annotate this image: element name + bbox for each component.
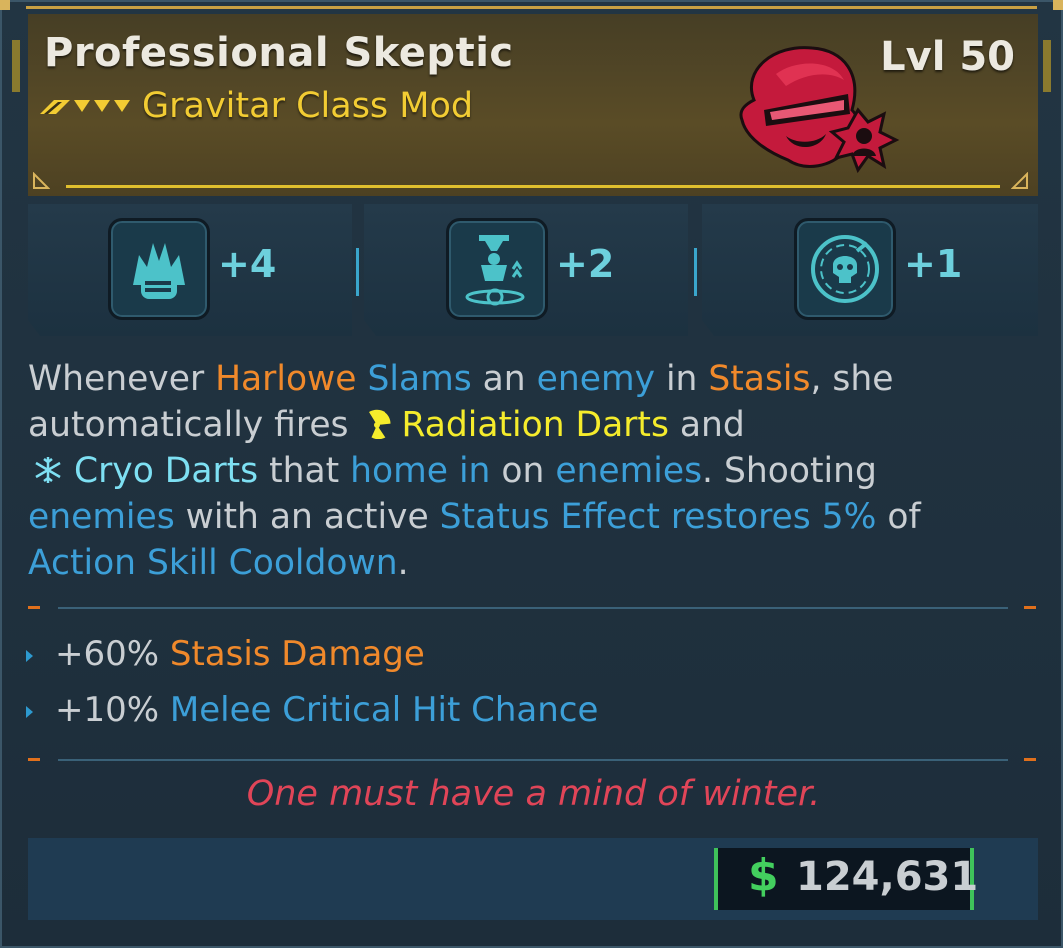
keyword-stasis: Stasis — [708, 359, 811, 399]
stat-line: +60% Stasis Damage — [26, 634, 425, 674]
skill-separator — [694, 248, 697, 296]
desc-text: in — [654, 359, 709, 399]
corner-triangle-icon — [1011, 172, 1028, 189]
skill-bonus-value: +4 — [218, 242, 277, 286]
keyword-harlowe: Harlowe — [215, 359, 357, 399]
desc-text: with an active — [174, 497, 440, 537]
keyword-enemy: enemy — [536, 359, 655, 399]
desc-text: . — [397, 543, 409, 583]
desc-text: . Shooting — [702, 451, 877, 491]
desc-text: on — [490, 451, 556, 491]
radiation-icon — [368, 409, 391, 440]
item-card: Professional Skeptic Gravitar Class Mod … — [0, 0, 1063, 948]
description-line: Action Skill Cooldown. — [28, 540, 1028, 586]
stat-value: +60% — [55, 634, 160, 674]
divider-dash — [28, 606, 40, 609]
section-divider — [58, 759, 1008, 761]
skill-bonus-row: +4 +2 +1 — [28, 204, 1038, 336]
flame-hand-skill-icon[interactable] — [108, 218, 210, 320]
item-name: Professional Skeptic — [44, 30, 514, 76]
item-description: Whenever Harlowe Slams an enemy in Stasi… — [28, 356, 1028, 586]
keyword-radiation-darts: Radiation Darts — [401, 405, 669, 445]
description-line: enemies with an active Status Effect res… — [28, 494, 1028, 540]
skill-bonus-value: +1 — [904, 242, 963, 286]
keyword-enemies: enemies — [555, 451, 703, 491]
skill-separator — [356, 248, 359, 296]
keyword-enemies: enemies — [28, 497, 175, 537]
stat-value: +10% — [55, 690, 160, 730]
description-line: automatically fires Radiation Darts and — [28, 402, 1028, 448]
item-type: Gravitar Class Mod — [142, 86, 474, 126]
desc-text: that — [258, 451, 351, 491]
keyword-action-skill-cooldown: Action Skill Cooldown — [28, 543, 398, 583]
keyword-status-effect: Status Effect restores 5% — [439, 497, 877, 537]
description-line: Cryo Darts that home in on enemies. Shoo… — [28, 448, 1028, 494]
keyword-slams: Slams — [367, 359, 472, 399]
side-accent — [12, 40, 20, 92]
flavor-text: One must have a mind of winter. — [246, 774, 821, 814]
desc-text — [357, 359, 368, 399]
stat-label: Melee Critical Hit Chance — [169, 690, 599, 730]
desc-text: and — [668, 405, 745, 445]
description-line: Whenever Harlowe Slams an enemy in Stasi… — [28, 356, 1028, 402]
bullet-arrow-icon — [26, 649, 33, 662]
divider-dash — [28, 758, 40, 761]
corner-accent — [1053, 0, 1063, 10]
divider-dash — [1024, 758, 1036, 761]
keyword-home-in: home in — [350, 451, 491, 491]
price-box: $ 124,631 — [714, 848, 978, 910]
price-value: 124,631 — [796, 854, 979, 900]
desc-text: automatically fires — [28, 405, 360, 445]
bullet-arrow-icon — [26, 705, 33, 718]
corner-accent — [0, 0, 10, 10]
keyword-cryo-darts: Cryo Darts — [74, 451, 259, 491]
skull-target-skill-icon[interactable] — [794, 218, 896, 320]
header-divider — [66, 185, 1000, 188]
cryo-snowflake-icon — [35, 457, 61, 483]
legendary-chevrons-icon — [40, 100, 130, 114]
stat-label: Stasis Damage — [169, 634, 425, 674]
side-accent — [1043, 40, 1051, 92]
currency-icon: $ — [748, 850, 779, 901]
divider-dash — [1024, 606, 1036, 609]
desc-text: Whenever — [28, 359, 216, 399]
section-divider — [58, 607, 1008, 609]
stat-line: +10% Melee Critical Hit Chance — [26, 690, 598, 730]
desc-text: , she — [810, 359, 894, 399]
top-rule — [26, 6, 1037, 9]
desc-text: of — [876, 497, 921, 537]
corner-triangle-icon — [33, 172, 50, 189]
price-bar: $ 124,631 — [28, 838, 1038, 920]
desc-text: an — [471, 359, 537, 399]
gravity-figure-skill-icon[interactable] — [446, 218, 548, 320]
harlowe-portrait-icon — [739, 46, 900, 174]
skill-bonus-value: +2 — [556, 242, 615, 286]
